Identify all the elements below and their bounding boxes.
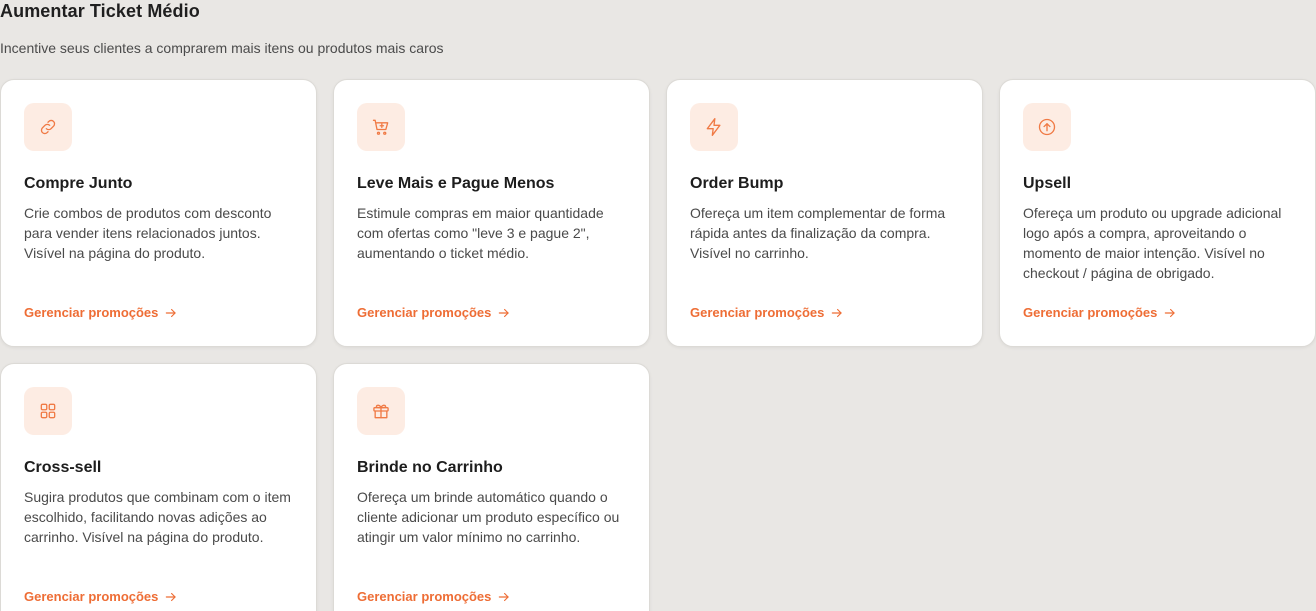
manage-promotions-link[interactable]: Gerenciar promoções xyxy=(357,305,511,320)
arrow-right-icon xyxy=(499,308,510,317)
card-title: Compre Junto xyxy=(24,175,133,192)
card-description: Ofereça um brinde automático quando o cl… xyxy=(357,489,620,545)
card-description: Estimule compras em maior quantidade com… xyxy=(357,205,604,261)
card-compre-junto[interactable]: Compre Junto Crie combos de produtos com… xyxy=(0,79,317,347)
card-title: Order Bump xyxy=(690,175,784,192)
card-description: Crie combos de produtos com desconto par… xyxy=(24,205,272,261)
promotion-cards-grid: Compre Junto Crie combos de produtos com… xyxy=(0,79,1316,611)
link-label: Gerenciar promoções xyxy=(690,305,825,320)
arrow-up-circle-icon xyxy=(1023,103,1071,151)
grid-icon xyxy=(24,387,72,435)
link-label: Gerenciar promoções xyxy=(24,589,159,604)
manage-promotions-link[interactable]: Gerenciar promoções xyxy=(1023,305,1177,320)
lightning-icon xyxy=(690,103,738,151)
manage-promotions-link[interactable]: Gerenciar promoções xyxy=(690,305,844,320)
link-label: Gerenciar promoções xyxy=(357,589,492,604)
card-title: Brinde no Carrinho xyxy=(357,459,503,476)
page-title: Aumentar Ticket Médio xyxy=(0,1,200,21)
arrow-right-icon xyxy=(166,308,177,317)
card-description: Ofereça um item complementar de forma rá… xyxy=(690,205,946,261)
card-title: Leve Mais e Pague Menos xyxy=(357,175,555,192)
manage-promotions-link[interactable]: Gerenciar promoções xyxy=(357,589,511,604)
page-subtitle: Incentive seus clientes a comprarem mais… xyxy=(0,40,444,56)
gift-icon xyxy=(357,387,405,435)
card-description: Ofereça um produto ou upgrade adicional … xyxy=(1023,205,1282,281)
card-order-bump[interactable]: Order Bump Ofereça um item complementar … xyxy=(666,79,983,347)
arrow-right-icon xyxy=(166,592,177,601)
card-leve-mais-pague-menos[interactable]: Leve Mais e Pague Menos Estimule compras… xyxy=(333,79,650,347)
card-title: Cross-sell xyxy=(24,459,102,476)
card-brinde-no-carrinho[interactable]: Brinde no Carrinho Ofereça um brinde aut… xyxy=(333,363,650,611)
link-label: Gerenciar promoções xyxy=(24,305,159,320)
card-cross-sell[interactable]: Cross-sell Sugira produtos que combinam … xyxy=(0,363,317,611)
arrow-right-icon xyxy=(499,592,510,601)
card-description: Sugira produtos que combinam com o item … xyxy=(24,489,291,545)
cart-plus-icon xyxy=(357,103,405,151)
link-icon xyxy=(24,103,72,151)
link-label: Gerenciar promoções xyxy=(357,305,492,320)
page: Aumentar Ticket Médio Incentive seus cli… xyxy=(0,0,1316,611)
arrow-right-icon xyxy=(832,308,843,317)
manage-promotions-link[interactable]: Gerenciar promoções xyxy=(24,305,178,320)
link-label: Gerenciar promoções xyxy=(1023,305,1158,320)
card-title: Upsell xyxy=(1023,175,1072,192)
manage-promotions-link[interactable]: Gerenciar promoções xyxy=(24,589,178,604)
arrow-right-icon xyxy=(1165,308,1176,317)
card-upsell[interactable]: Upsell Ofereça um produto ou upgrade adi… xyxy=(999,79,1316,347)
